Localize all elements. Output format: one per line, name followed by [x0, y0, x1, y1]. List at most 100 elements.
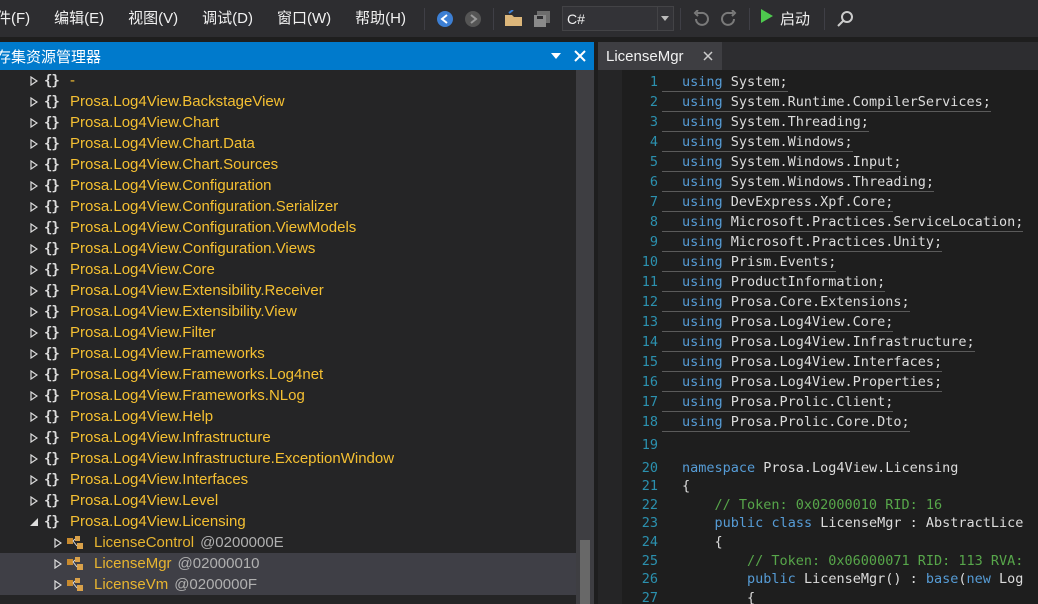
- namespace-icon: {}: [44, 93, 60, 110]
- code-line: 3 using System.Threading;: [622, 112, 869, 132]
- scrollbar-thumb[interactable]: [580, 540, 590, 604]
- collapsed-arrow-icon[interactable]: [28, 138, 40, 150]
- code-text: using Prosa.Log4View.Interfaces;: [662, 352, 943, 372]
- collapsed-arrow-icon[interactable]: [28, 453, 40, 465]
- collapsed-arrow-icon[interactable]: [28, 243, 40, 255]
- navigate-forward-icon[interactable]: [462, 8, 484, 30]
- code-text: using Prosa.Prolic.Core.Dto;: [662, 412, 910, 432]
- line-number: 8: [649, 214, 658, 230]
- class-node[interactable]: LicenseMgr @02000010: [0, 553, 576, 574]
- namespace-node[interactable]: {} Prosa.Log4View.Infrastructure: [0, 427, 576, 448]
- namespace-node[interactable]: {} Prosa.Log4View.Frameworks.Log4net: [0, 364, 576, 385]
- line-number: 3: [649, 114, 658, 130]
- collapsed-arrow-icon[interactable]: [28, 75, 40, 87]
- line-number: 7: [649, 194, 658, 210]
- collapsed-arrow-icon[interactable]: [28, 180, 40, 192]
- code-text: using System;: [662, 72, 788, 92]
- close-icon[interactable]: [570, 46, 590, 66]
- namespace-icon: {}: [44, 303, 60, 320]
- save-all-icon[interactable]: [531, 8, 553, 30]
- chevron-down-icon[interactable]: [656, 7, 673, 30]
- menu-item[interactable]: 件(F): [0, 0, 42, 37]
- collapsed-arrow-icon[interactable]: [28, 390, 40, 402]
- collapsed-arrow-icon[interactable]: [28, 369, 40, 381]
- undo-icon[interactable]: [690, 8, 712, 30]
- code-area[interactable]: 1 using System; 2 using System.Runtime.Comp…: [622, 70, 1038, 604]
- namespace-node[interactable]: {} Prosa.Log4View.Chart.Sources: [0, 154, 576, 175]
- code-line: 11 using ProductInformation;: [622, 272, 886, 292]
- collapsed-arrow-icon[interactable]: [28, 327, 40, 339]
- collapsed-arrow-icon[interactable]: [52, 579, 64, 591]
- code-text: using System.Windows.Input;: [662, 152, 902, 172]
- start-button[interactable]: 启动: [760, 8, 810, 29]
- namespace-node[interactable]: {} -: [0, 70, 576, 91]
- collapsed-arrow-icon[interactable]: [52, 558, 64, 570]
- expanded-arrow-icon[interactable]: [28, 516, 40, 528]
- line-number: 6: [649, 174, 658, 190]
- close-icon[interactable]: [700, 48, 716, 64]
- collapsed-arrow-icon[interactable]: [28, 201, 40, 213]
- collapsed-arrow-icon[interactable]: [28, 264, 40, 276]
- collapsed-arrow-icon[interactable]: [28, 495, 40, 507]
- menu-toolbar-bar: 件(F) 编辑(E) 视图(V) 调试(D) 窗口(W) 帮助(H) C# 启动: [0, 0, 1038, 37]
- namespace-node[interactable]: {} Prosa.Log4View.Configuration.Serialize…: [0, 196, 576, 217]
- collapsed-arrow-icon[interactable]: [28, 222, 40, 234]
- menu-item[interactable]: 帮助(H): [343, 0, 418, 37]
- collapsed-arrow-icon[interactable]: [28, 159, 40, 171]
- namespace-node[interactable]: {} Prosa.Log4View.Licensing: [0, 511, 576, 532]
- namespace-node[interactable]: {} Prosa.Log4View.Configuration.ViewModel…: [0, 217, 576, 238]
- line-number: 10: [641, 254, 658, 270]
- class-node[interactable]: LicenseControl @0200000E: [0, 532, 576, 553]
- collapsed-arrow-icon[interactable]: [28, 411, 40, 423]
- namespace-node[interactable]: {} Prosa.Log4View.Level: [0, 490, 576, 511]
- collapsed-arrow-icon[interactable]: [28, 117, 40, 129]
- class-node[interactable]: LicenseVm @0200000F: [0, 574, 576, 595]
- code-line: 9 using Microsoft.Practices.Unity;: [622, 232, 943, 252]
- line-number: 16: [641, 374, 658, 390]
- namespace-node[interactable]: {} Prosa.Log4View.Filter: [0, 322, 576, 343]
- collapsed-arrow-icon[interactable]: [28, 348, 40, 360]
- panel-header: 存集资源管理器: [0, 42, 594, 70]
- namespace-node[interactable]: {} Prosa.Log4View.Configuration: [0, 175, 576, 196]
- language-select[interactable]: C#: [561, 6, 674, 31]
- tab-licensemgr[interactable]: LicenseMgr: [598, 42, 722, 70]
- namespace-node[interactable]: {} Prosa.Log4View.Extensibility.View: [0, 301, 576, 322]
- namespace-icon: {}: [44, 261, 60, 278]
- namespace-node[interactable]: {} Prosa.Log4View.Chart.Data: [0, 133, 576, 154]
- collapsed-arrow-icon[interactable]: [28, 474, 40, 486]
- tab-label: LicenseMgr: [606, 47, 684, 65]
- collapsed-arrow-icon[interactable]: [28, 285, 40, 297]
- menu-item[interactable]: 调试(D): [190, 0, 265, 37]
- editor-tab-strip: LicenseMgr: [598, 42, 1038, 70]
- code-text: using Prosa.Core.Extensions;: [662, 292, 910, 312]
- namespace-node[interactable]: {} Prosa.Log4View.Chart: [0, 112, 576, 133]
- namespace-node[interactable]: {} Prosa.Log4View.Infrastructure.Exceptio…: [0, 448, 576, 469]
- panel-menu-icon[interactable]: [546, 46, 566, 66]
- open-folder-icon[interactable]: [503, 8, 525, 30]
- menu-item[interactable]: 视图(V): [116, 0, 190, 37]
- collapsed-arrow-icon[interactable]: [28, 306, 40, 318]
- menu-item[interactable]: 窗口(W): [265, 0, 343, 37]
- namespace-node[interactable]: {} Prosa.Log4View.BackstageView: [0, 91, 576, 112]
- redo-icon[interactable]: [718, 8, 740, 30]
- menu-item[interactable]: 编辑(E): [42, 0, 116, 37]
- search-icon[interactable]: [834, 8, 856, 30]
- namespace-node[interactable]: {} Prosa.Log4View.Frameworks: [0, 343, 576, 364]
- code-line: 10 using Prism.Events;: [622, 252, 837, 272]
- collapsed-arrow-icon[interactable]: [28, 432, 40, 444]
- language-select-value: C#: [566, 10, 585, 27]
- namespace-node[interactable]: {} Prosa.Log4View.Frameworks.NLog: [0, 385, 576, 406]
- navigate-back-icon[interactable]: [434, 8, 456, 30]
- namespace-node[interactable]: {} Prosa.Log4View.Help: [0, 406, 576, 427]
- class-icon: [66, 556, 86, 572]
- namespace-node[interactable]: {} Prosa.Log4View.Core: [0, 259, 576, 280]
- namespace-node[interactable]: {} Prosa.Log4View.Interfaces: [0, 469, 576, 490]
- tree-scrollbar[interactable]: [576, 70, 594, 604]
- code-line: 25 // Token: 0x06000071 RID: 113 RVA:: [622, 551, 1024, 571]
- collapsed-arrow-icon[interactable]: [52, 537, 64, 549]
- code-line: 4 using System.Windows;: [622, 132, 853, 152]
- namespace-node[interactable]: {} Prosa.Log4View.Configuration.Views: [0, 238, 576, 259]
- code-line: 12 using Prosa.Core.Extensions;: [622, 292, 910, 312]
- collapsed-arrow-icon[interactable]: [28, 96, 40, 108]
- namespace-node[interactable]: {} Prosa.Log4View.Extensibility.Receiver: [0, 280, 576, 301]
